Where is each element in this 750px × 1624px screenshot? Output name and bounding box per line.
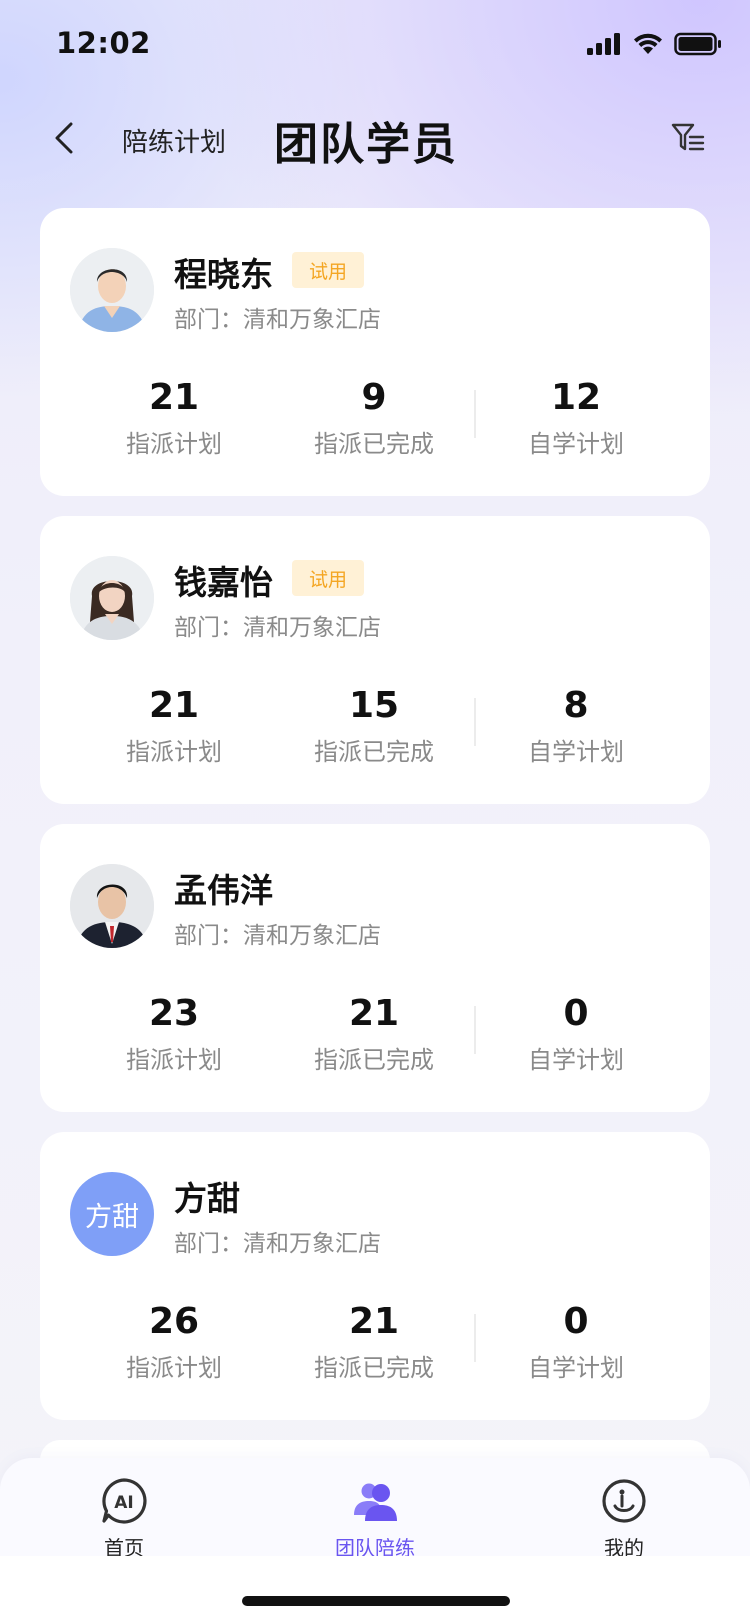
svg-text:AI: AI (114, 1493, 133, 1513)
wifi-icon (634, 33, 662, 54)
avatar (70, 864, 154, 948)
stat-value: 21 (148, 685, 200, 726)
stat-value: 26 (148, 1301, 200, 1342)
stat-value: 21 (148, 377, 200, 418)
page-title: 团队学员 (274, 119, 458, 170)
stat-label: 自学计划 (528, 430, 624, 458)
stat-assigned: 23 指派计划 (94, 992, 254, 1075)
stat-completed: 21 指派已完成 (294, 992, 454, 1075)
tab-home[interactable]: AI 首页 (64, 1476, 184, 1561)
member-name: 方甜 (174, 1179, 240, 1218)
stat-label: 自学计划 (528, 738, 624, 766)
member-department: 部门：清和万象汇店 (174, 923, 381, 949)
stat-divider (474, 1314, 476, 1362)
stat-label: 自学计划 (528, 1046, 624, 1074)
stat-self-study: 0 自学计划 (496, 992, 656, 1075)
status-badge: 试用 (292, 560, 364, 596)
stat-assigned: 21 指派计划 (94, 376, 254, 459)
member-name: 钱嘉怡 (174, 563, 273, 602)
ai-home-icon: AI (102, 1478, 147, 1524)
stat-value: 23 (148, 993, 200, 1034)
stat-value: 0 (563, 993, 589, 1034)
member-card[interactable]: 程晓东 试用 部门：清和万象汇店 21 指派计划 9 指派已完成 12 自学计划 (40, 208, 710, 496)
avatar-photo-icon (70, 248, 154, 332)
avatar (70, 556, 154, 640)
stat-label: 指派已完成 (314, 1046, 434, 1074)
stat-completed: 9 指派已完成 (294, 376, 454, 459)
profile-icon (602, 1479, 646, 1523)
stat-self-study: 12 自学计划 (496, 376, 656, 459)
stat-value: 12 (550, 377, 602, 418)
back-button[interactable] (44, 116, 84, 160)
tab-team-training[interactable]: 团队陪练 (315, 1476, 435, 1561)
stat-value: 0 (563, 1301, 589, 1342)
stat-self-study: 0 自学计划 (496, 1300, 656, 1383)
stat-value: 8 (563, 685, 589, 726)
member-card[interactable]: 方甜 方甜 部门：清和万象汇店 26 指派计划 21 指派已完成 0 自学计划 (40, 1132, 710, 1420)
stat-value: 21 (348, 1301, 400, 1342)
filter-button[interactable] (666, 116, 710, 160)
stat-value: 21 (348, 993, 400, 1034)
status-icons (586, 32, 722, 56)
battery-icon (674, 32, 721, 56)
member-department: 部门：清和万象汇店 (174, 1231, 381, 1257)
avatar-photo-icon (70, 864, 154, 948)
team-icon (354, 1483, 397, 1521)
stat-divider (474, 698, 476, 746)
member-name: 孟伟洋 (174, 871, 273, 910)
stat-value: 9 (361, 377, 387, 418)
signal-icon (587, 33, 620, 55)
chevron-left-icon (55, 122, 73, 154)
stat-label: 指派已完成 (314, 1354, 434, 1382)
filter-icon (671, 123, 705, 151)
status-time: 12:02 (56, 26, 151, 60)
avatar-photo-icon (70, 556, 154, 640)
avatar: 方甜 (70, 1172, 154, 1256)
stat-divider (474, 1006, 476, 1054)
member-name: 程晓东 (174, 255, 273, 294)
member-department: 部门：清和万象汇店 (174, 307, 381, 333)
back-label[interactable]: 陪练计划 (122, 122, 226, 159)
home-indicator-area (0, 1556, 750, 1624)
member-card[interactable]: 孟伟洋 部门：清和万象汇店 23 指派计划 21 指派已完成 0 自学计划 (40, 824, 710, 1112)
stat-completed: 15 指派已完成 (294, 684, 454, 767)
stat-assigned: 26 指派计划 (94, 1300, 254, 1383)
avatar (70, 248, 154, 332)
stat-assigned: 21 指派计划 (94, 684, 254, 767)
stat-label: 指派计划 (126, 738, 222, 766)
stat-label: 自学计划 (528, 1354, 624, 1382)
status-bar: 12:02 (0, 0, 750, 92)
stat-value: 15 (348, 685, 400, 726)
member-card[interactable]: 钱嘉怡 试用 部门：清和万象汇店 21 指派计划 15 指派已完成 8 自学计划 (40, 516, 710, 804)
member-department: 部门：清和万象汇店 (174, 615, 381, 641)
nav-bar: 陪练计划 团队学员 (0, 100, 750, 180)
stat-self-study: 8 自学计划 (496, 684, 656, 767)
stat-label: 指派计划 (126, 430, 222, 458)
stat-label: 指派计划 (126, 1046, 222, 1074)
stat-divider (474, 390, 476, 438)
tab-profile[interactable]: 我的 (564, 1476, 684, 1561)
stat-label: 指派已完成 (314, 430, 434, 458)
member-list: 程晓东 试用 部门：清和万象汇店 21 指派计划 9 指派已完成 12 自学计划 (40, 208, 710, 1500)
stat-label: 指派已完成 (314, 738, 434, 766)
stat-completed: 21 指派已完成 (294, 1300, 454, 1383)
stat-label: 指派计划 (126, 1354, 222, 1382)
status-badge: 试用 (292, 252, 364, 288)
home-indicator (242, 1596, 510, 1606)
